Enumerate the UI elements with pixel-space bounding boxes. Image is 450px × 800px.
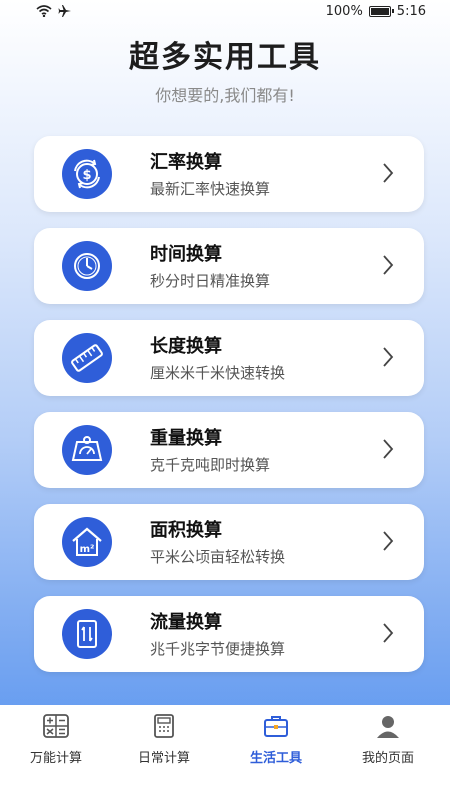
tab-label: 生活工具: [249, 751, 302, 766]
tool-card-desc: 最新汇率快速换算: [150, 180, 271, 198]
svg-text:$: $: [82, 168, 91, 183]
chevron-right-icon: [383, 255, 394, 275]
house-area-icon: m²: [62, 517, 112, 567]
scale-icon: [62, 425, 112, 475]
tool-card-desc: 秒分时日精准换算: [150, 272, 271, 290]
page-subtitle: 你想要的,我们都有!: [155, 86, 295, 105]
data-transfer-icon: [62, 609, 112, 659]
calculator-icon: [154, 714, 174, 738]
currency-exchange-icon: $: [62, 149, 112, 199]
tool-card-data[interactable]: 流量换算 兆千兆字节便捷换算: [34, 596, 424, 672]
tab-daily-calc[interactable]: 日常计算: [108, 713, 220, 766]
chevron-right-icon: [383, 439, 394, 459]
tab-label: 万能计算: [29, 751, 82, 766]
tool-card-weight[interactable]: 重量换算 克千克吨即时换算: [34, 412, 424, 488]
tool-card-exchange[interactable]: $ 汇率换算 最新汇率快速换算: [34, 136, 424, 212]
tab-universal-calc[interactable]: 万能计算: [0, 713, 112, 766]
chevron-right-icon: [383, 347, 394, 367]
tab-life-tools[interactable]: 生活工具: [220, 713, 332, 766]
tool-card-desc: 克千克吨即时换算: [150, 456, 271, 474]
tool-card-title: 流量换算: [150, 612, 222, 633]
tool-card-desc: 兆千兆字节便捷换算: [150, 640, 286, 658]
status-left: [36, 4, 72, 18]
tool-card-area[interactable]: m² 面积换算 平米公顷亩轻松转换: [34, 504, 424, 580]
status-bar: 100% 5:16: [0, 0, 450, 28]
tool-card-title: 长度换算: [150, 336, 222, 357]
battery-percent: 100%: [325, 4, 363, 19]
tool-card-title: 重量换算: [150, 428, 222, 449]
airplane-icon: [58, 5, 71, 17]
tool-card-time[interactable]: 时间换算 秒分时日精准换算: [34, 228, 424, 304]
tool-card-title: 时间换算: [150, 244, 222, 265]
tool-card-desc: 平米公顷亩轻松转换: [150, 548, 286, 566]
chevron-right-icon: [383, 531, 394, 551]
bottom-tab-bar: 万能计算 日常计算 生活工具 我的页面: [0, 705, 450, 800]
clock-icon: [62, 241, 112, 291]
user-icon: [377, 716, 399, 738]
ruler-icon: [62, 333, 112, 383]
tool-card-desc: 厘米米千米快速转换: [150, 364, 286, 382]
tab-my-page[interactable]: 我的页面: [332, 713, 444, 766]
tab-label: 日常计算: [137, 751, 190, 766]
tool-card-title: 面积换算: [150, 520, 222, 541]
status-right: 100% 5:16: [326, 4, 426, 19]
toolbox-icon: [264, 716, 288, 737]
status-time: 5:16: [396, 4, 426, 19]
tab-label: 我的页面: [361, 751, 414, 766]
tool-card-length[interactable]: 长度换算 厘米米千米快速转换: [34, 320, 424, 396]
chevron-right-icon: [383, 163, 394, 183]
page-title: 超多实用工具: [129, 40, 321, 75]
battery-icon: [368, 6, 394, 17]
tool-card-title: 汇率换算: [150, 152, 222, 173]
svg-text:m²: m²: [80, 544, 95, 555]
calculator-grid-icon: [43, 714, 69, 738]
chevron-right-icon: [383, 623, 394, 643]
wifi-icon: [36, 5, 52, 17]
